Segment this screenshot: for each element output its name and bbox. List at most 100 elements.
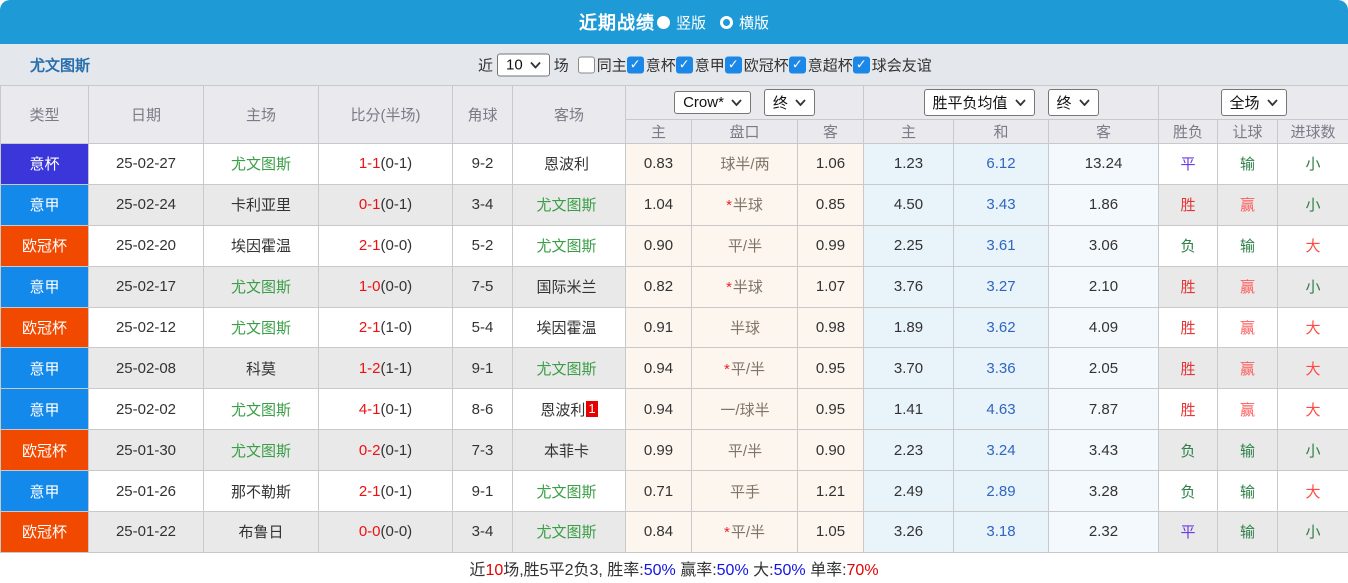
away-team-cell: 尤文图斯 bbox=[512, 183, 626, 226]
checkbox-checked-icon[interactable]: ✓ bbox=[675, 56, 693, 73]
europe-odds-type-value: 胜平负均值 bbox=[932, 95, 1008, 112]
result-group-header: 全场 bbox=[1158, 85, 1348, 120]
date-cell: 25-02-02 bbox=[88, 388, 204, 431]
league-filter-5[interactable]: ✓ 球会友谊 bbox=[852, 54, 932, 75]
radio-horizontal-label[interactable]: 横版 bbox=[739, 12, 769, 33]
handicap-odds-state-select[interactable]: 终 bbox=[763, 89, 815, 116]
avg-away-odds-cell: 3.28 bbox=[1048, 470, 1160, 513]
subcol-handicap-away: 客 bbox=[796, 119, 865, 144]
score-halftime: (1-1) bbox=[380, 359, 413, 377]
handicap-away-odds-cell: 0.99 bbox=[796, 224, 865, 267]
checkbox-checked-icon[interactable]: ✓ bbox=[724, 56, 742, 73]
handicap-away-odds-cell: 0.85 bbox=[796, 183, 865, 226]
handicap-home-odds-cell: 0.94 bbox=[625, 347, 692, 390]
score-fulltime: 2-1 bbox=[358, 319, 381, 336]
corner-cell: 7-3 bbox=[452, 429, 513, 472]
handicap-home-odds-cell: 0.71 bbox=[625, 470, 692, 513]
handicap-star: * bbox=[723, 360, 730, 378]
score-halftime: (0-1) bbox=[380, 400, 413, 418]
col-header-type: 类型 bbox=[0, 85, 89, 144]
score-fulltime: 0-2 bbox=[358, 441, 381, 459]
away-team-name: 尤文图斯 bbox=[536, 524, 597, 542]
europe-odds-type-select[interactable]: 胜平负均值 bbox=[923, 89, 1035, 116]
handicap-line-text: 半球 bbox=[732, 279, 763, 297]
wdl-result-cell: 胜 bbox=[1158, 388, 1219, 431]
away-team-cell: 尤文图斯 bbox=[512, 511, 626, 553]
bookmaker-select[interactable]: Crow* bbox=[674, 91, 751, 114]
radio-horizontal-layout-icon[interactable] bbox=[720, 15, 733, 29]
summary-segment: 单率: bbox=[805, 561, 847, 579]
league-filter-3[interactable]: ✓ 欧冠杯 bbox=[724, 54, 789, 75]
league-filter-label: 意杯 bbox=[645, 57, 676, 74]
avg-home-odds-cell: 4.50 bbox=[863, 183, 955, 226]
result-scope-select[interactable]: 全场 bbox=[1220, 89, 1287, 116]
home-team-cell: 那不勒斯 bbox=[203, 470, 319, 513]
avg-away-odds-cell: 2.05 bbox=[1048, 347, 1160, 390]
home-team-cell: 卡利亚里 bbox=[203, 183, 319, 226]
handicap-star: * bbox=[723, 524, 730, 542]
away-team-name: 恩波利 bbox=[540, 401, 586, 419]
date-cell: 25-02-12 bbox=[88, 306, 204, 349]
score-fulltime: 2-1 bbox=[358, 482, 381, 500]
handicap-result-cell: 赢 bbox=[1217, 183, 1279, 226]
handicap-result-cell: 输 bbox=[1217, 511, 1279, 553]
home-team-cell: 埃因霍温 bbox=[203, 224, 319, 267]
goals-result-cell: 大 bbox=[1277, 470, 1348, 513]
avg-draw-odds-cell: 3.18 bbox=[953, 511, 1050, 553]
handicap-line-cell: 一/球半 bbox=[691, 388, 798, 431]
games-label: 场 bbox=[553, 57, 569, 74]
avg-home-odds-cell: 3.76 bbox=[863, 265, 955, 308]
avg-draw-odds-cell: 6.12 bbox=[953, 143, 1050, 185]
home-team-cell: 尤文图斯 bbox=[203, 306, 319, 349]
handicap-line-cell: 平/半 bbox=[691, 429, 798, 472]
checkbox-unchecked-icon[interactable] bbox=[577, 56, 595, 73]
score-fulltime: 0-0 bbox=[358, 523, 381, 541]
match-count-select[interactable]: 10 bbox=[497, 53, 550, 76]
table-row: 欧冠杯 25-01-30 尤文图斯 0-2(0-1) 7-3 本菲卡 0.99 … bbox=[0, 429, 1348, 472]
avg-home-odds-cell: 1.89 bbox=[863, 306, 955, 349]
col-header-corner: 角球 bbox=[452, 85, 513, 144]
league-filter-2[interactable]: ✓ 意甲 bbox=[675, 54, 725, 75]
subcol-result-goals: 进球数 bbox=[1277, 119, 1348, 144]
league-filter-1[interactable]: ✓ 意杯 bbox=[626, 54, 676, 75]
radio-vertical-label[interactable]: 竖版 bbox=[676, 12, 706, 33]
date-cell: 25-02-27 bbox=[88, 143, 204, 185]
handicap-line-text: 平手 bbox=[729, 483, 760, 501]
checkbox-checked-icon[interactable]: ✓ bbox=[626, 56, 644, 73]
table-row: 意甲 25-02-24 卡利亚里 0-1(0-1) 3-4 尤文图斯 1.04 … bbox=[0, 183, 1348, 226]
handicap-line-cell: *半球 bbox=[691, 183, 798, 226]
europe-odds-state-select[interactable]: 终 bbox=[1047, 89, 1099, 116]
corner-cell: 9-1 bbox=[452, 470, 513, 513]
checkbox-checked-icon[interactable]: ✓ bbox=[788, 56, 806, 73]
table-row: 欧冠杯 25-02-12 尤文图斯 2-1(1-0) 5-4 埃因霍温 0.91… bbox=[0, 306, 1348, 349]
handicap-home-odds-cell: 0.99 bbox=[625, 429, 692, 472]
avg-home-odds-cell: 1.41 bbox=[863, 388, 955, 431]
avg-away-odds-cell: 3.06 bbox=[1048, 224, 1160, 267]
handicap-away-odds-cell: 1.07 bbox=[796, 265, 865, 308]
handicap-result-cell: 赢 bbox=[1217, 306, 1279, 349]
col-header-date: 日期 bbox=[88, 85, 204, 144]
score-cell: 4-1(0-1) bbox=[318, 388, 453, 431]
score-fulltime: 1-0 bbox=[358, 278, 381, 296]
score-cell: 2-1(0-0) bbox=[318, 224, 453, 267]
handicap-line-cell: *平/半 bbox=[691, 347, 798, 390]
score-halftime: (0-1) bbox=[380, 155, 413, 173]
score-cell: 1-0(0-0) bbox=[318, 265, 453, 308]
away-team-cell: 埃因霍温 bbox=[512, 306, 626, 349]
home-team-cell: 尤文图斯 bbox=[203, 265, 319, 308]
avg-home-odds-cell: 1.23 bbox=[863, 143, 955, 185]
checkbox-checked-icon[interactable]: ✓ bbox=[852, 56, 870, 73]
score-fulltime: 1-2 bbox=[358, 359, 381, 377]
page-title: 近期战绩 bbox=[578, 13, 655, 33]
table-row: 意杯 25-02-27 尤文图斯 1-1(0-1) 9-2 恩波利 0.83 球… bbox=[0, 143, 1348, 185]
subcol-handicap-home: 主 bbox=[625, 119, 692, 144]
date-cell: 25-02-08 bbox=[88, 347, 204, 390]
subcol-handicap-line: 盘口 bbox=[691, 119, 798, 144]
same-home-filter[interactable]: 同主 bbox=[577, 54, 627, 75]
handicap-result-cell: 输 bbox=[1217, 470, 1279, 513]
goals-result-cell: 小 bbox=[1277, 143, 1348, 185]
radio-vertical-layout-icon[interactable] bbox=[656, 15, 670, 29]
avg-draw-odds-cell: 3.24 bbox=[953, 429, 1050, 472]
league-filter-4[interactable]: ✓ 意超杯 bbox=[788, 54, 853, 75]
goals-result-cell: 大 bbox=[1277, 224, 1348, 267]
